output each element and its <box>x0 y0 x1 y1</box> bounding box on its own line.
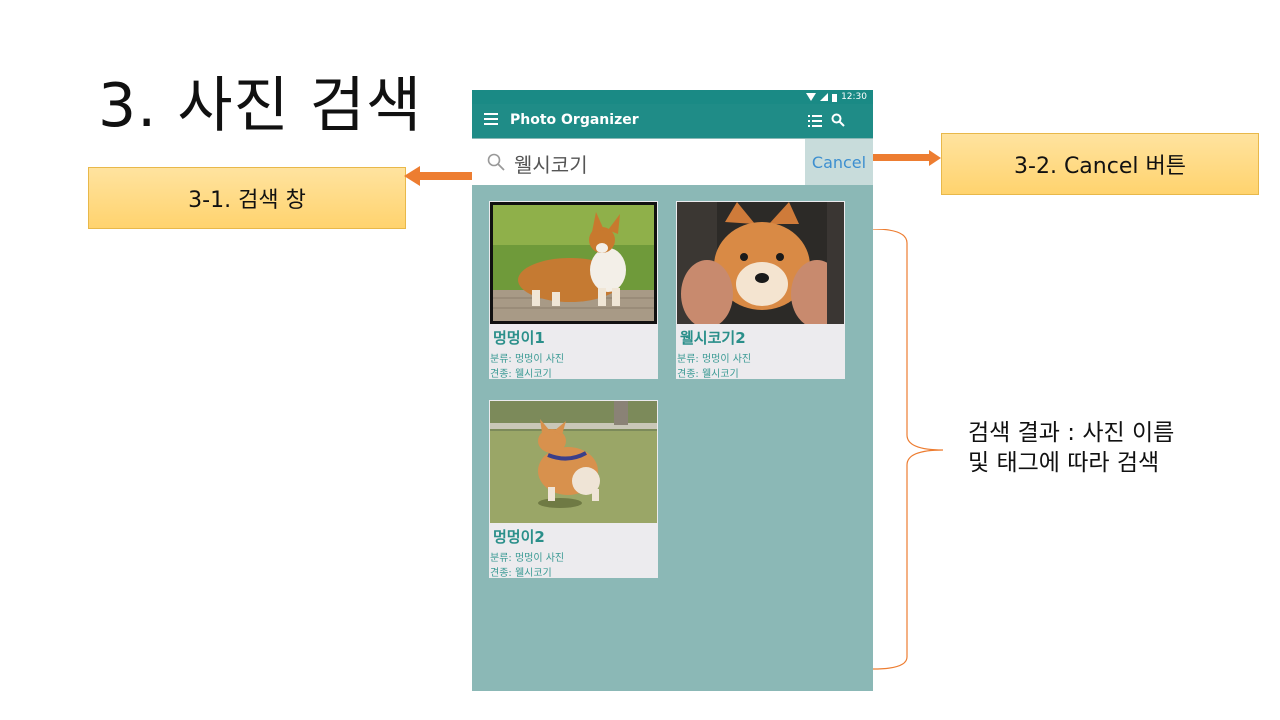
photo-breed: 견종: 웰시코기 <box>677 369 739 380</box>
search-icon[interactable] <box>831 113 845 127</box>
app-bar: Photo Organizer <box>472 104 873 138</box>
menu-icon[interactable] <box>484 113 498 127</box>
arrow-to-cancel-button <box>873 150 941 166</box>
battery-icon <box>832 93 838 102</box>
callout-search-box: 3-1. 검색 창 <box>88 167 406 229</box>
status-time: 12:30 <box>841 92 867 102</box>
result-card[interactable]: 멍멍이1 분류: 멍멍이 사진 견종: 웰시코기 <box>489 201 658 380</box>
photo-category: 분류: 멍멍이 사진 <box>490 553 565 564</box>
callout-search-label: 3-1. 검색 창 <box>188 188 306 213</box>
signal-icon <box>820 93 829 101</box>
app-title: Photo Organizer <box>510 112 639 128</box>
photo-breed: 견종: 웰시코기 <box>490 568 552 579</box>
photo-category: 분류: 멍멍이 사진 <box>490 354 565 365</box>
search-field-icon <box>487 153 505 171</box>
photo-thumbnail <box>490 202 657 324</box>
phone-screen: 12:30 Photo Organizer Cancel <box>472 90 873 691</box>
wifi-icon <box>806 93 817 101</box>
photo-thumbnail <box>677 202 844 324</box>
arrow-to-search-box <box>404 166 474 186</box>
list-view-icon[interactable] <box>808 115 822 127</box>
photo-category: 분류: 멍멍이 사진 <box>677 354 752 365</box>
slide-title: 3. 사진 검색 <box>98 71 423 141</box>
cancel-button[interactable]: Cancel <box>805 139 873 185</box>
callout-cancel-button: 3-2. Cancel 버튼 <box>941 133 1259 195</box>
result-card[interactable]: 멍멍이2 분류: 멍멍이 사진 견종: 웰시코기 <box>489 400 658 579</box>
photo-breed: 견종: 웰시코기 <box>490 369 552 380</box>
result-note-line2: 및 태그에 따라 검색 <box>968 450 1160 476</box>
status-bar: 12:30 <box>472 90 873 104</box>
search-input[interactable] <box>512 147 796 179</box>
results-brace <box>873 229 944 670</box>
callout-cancel-label: 3-2. Cancel 버튼 <box>1014 154 1186 179</box>
search-bar <box>472 139 805 185</box>
search-result-note: 검색 결과 : 사진 이름 및 태그에 따라 검색 <box>968 418 1174 478</box>
photo-name: 멍멍이1 <box>493 329 545 347</box>
photo-name: 멍멍이2 <box>493 528 545 546</box>
photo-name: 웰시코기2 <box>680 329 746 347</box>
result-card[interactable]: 웰시코기2 분류: 멍멍이 사진 견종: 웰시코기 <box>676 201 845 380</box>
result-note-line1: 검색 결과 : 사진 이름 <box>968 420 1175 446</box>
photo-thumbnail <box>490 401 657 523</box>
